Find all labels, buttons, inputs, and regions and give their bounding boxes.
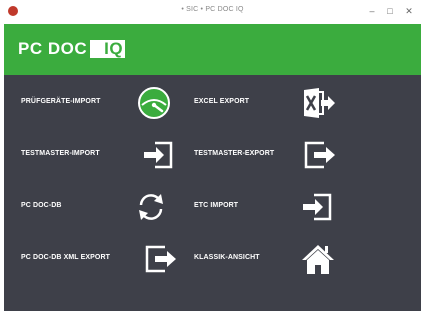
title-bar: • SIC • PC DOC IQ – □ ✕ bbox=[4, 0, 421, 24]
app-header: PC DOC IQ bbox=[4, 24, 421, 75]
menu-item-pruefgeraete-import[interactable]: PRÜFGERÄTE-IMPORT bbox=[21, 85, 171, 121]
menu-item-label: TESTMASTER-IMPORT bbox=[21, 150, 100, 157]
app-window: • SIC • PC DOC IQ – □ ✕ PC DOC IQ PRÜFGER… bbox=[4, 0, 421, 311]
export-icon bbox=[302, 137, 338, 173]
gauge-icon bbox=[136, 85, 172, 121]
brand-logo: PC DOC IQ bbox=[18, 39, 126, 59]
menu-item-testmaster-export[interactable]: TESTMASTER-EXPORT bbox=[194, 137, 344, 173]
menu-item-pc-doc-db-xml-export[interactable]: PC DOC-DB XML EXPORT bbox=[21, 241, 181, 277]
menu-item-label: PRÜFGERÄTE-IMPORT bbox=[21, 98, 101, 105]
export-icon bbox=[143, 241, 179, 277]
menu-item-klassik-ansicht[interactable]: KLASSIK-ANSICHT bbox=[194, 241, 344, 277]
import-icon bbox=[300, 189, 336, 225]
menu-item-label: PC DOC-DB XML EXPORT bbox=[21, 254, 110, 261]
brand-prefix: PC DOC bbox=[18, 39, 88, 58]
menu-item-label: EXCEL EXPORT bbox=[194, 98, 250, 105]
minimize-button[interactable]: – bbox=[362, 3, 382, 19]
window-title: • SIC • PC DOC IQ bbox=[181, 6, 244, 13]
menu-item-pc-doc-db[interactable]: PC DOC-DB bbox=[21, 189, 171, 225]
menu-item-label: KLASSIK-ANSICHT bbox=[194, 254, 260, 261]
maximize-button[interactable]: □ bbox=[380, 3, 400, 19]
brand-suffix: IQ bbox=[90, 40, 126, 58]
excel-export-icon bbox=[301, 85, 337, 121]
menu-item-etc-import[interactable]: ETC IMPORT bbox=[194, 189, 344, 225]
home-icon bbox=[300, 241, 336, 277]
import-icon bbox=[141, 137, 177, 173]
main-menu: PRÜFGERÄTE-IMPORT TESTMASTER-IMPORT PC D… bbox=[4, 75, 421, 311]
menu-item-label: ETC IMPORT bbox=[194, 202, 239, 209]
menu-item-label: TESTMASTER-EXPORT bbox=[194, 150, 275, 157]
close-button[interactable]: ✕ bbox=[399, 3, 419, 19]
menu-item-excel-export[interactable]: EXCEL EXPORT bbox=[194, 85, 344, 121]
menu-item-testmaster-import[interactable]: TESTMASTER-IMPORT bbox=[21, 137, 173, 173]
menu-item-label: PC DOC-DB bbox=[21, 202, 62, 209]
sync-icon bbox=[133, 189, 169, 225]
